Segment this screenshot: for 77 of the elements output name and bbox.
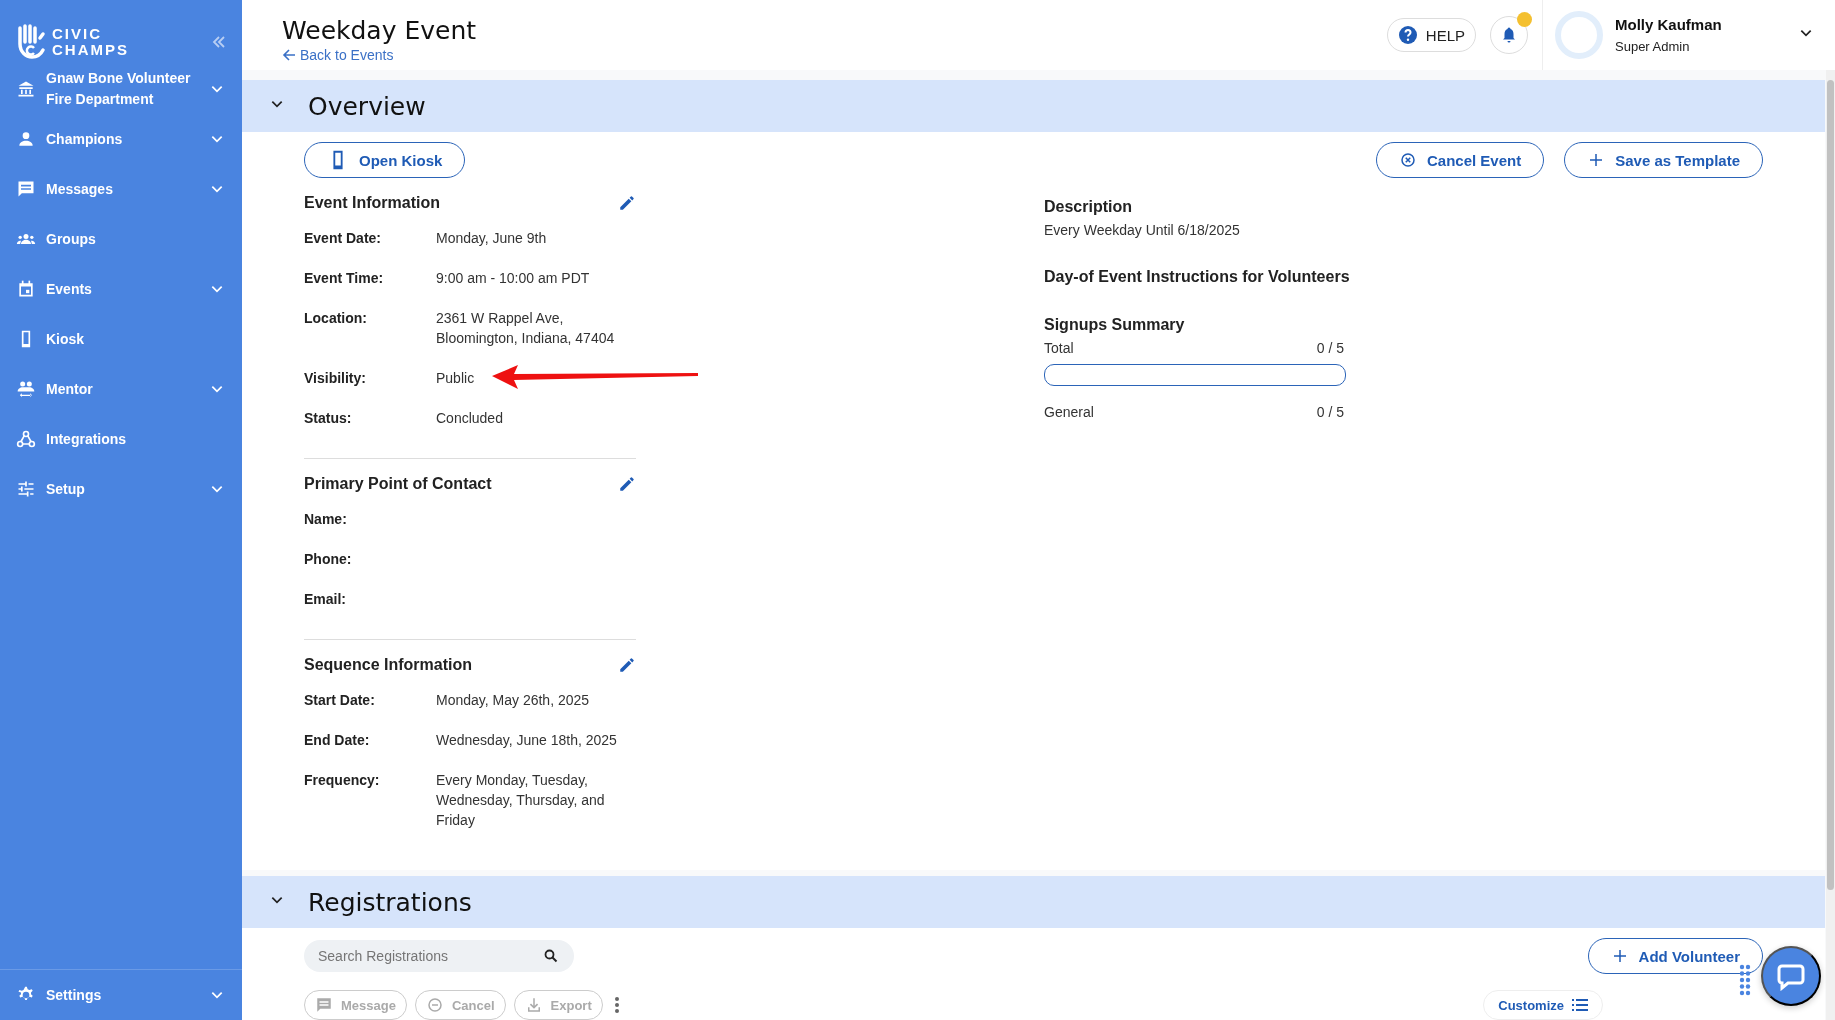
field-label: End Date: [304, 731, 371, 750]
field-label: Email: [304, 590, 347, 609]
sidebar-item[interactable]: Messages [0, 164, 242, 214]
signup-role: General [1044, 404, 1094, 420]
notifications-button[interactable] [1490, 16, 1528, 54]
section-heading: Sequence Information [304, 656, 473, 674]
sidebar-item[interactable]: Groups [0, 214, 242, 264]
field-label: Name: [304, 510, 348, 529]
section-title: Overview [308, 91, 426, 121]
action-button[interactable]: Save as Template [1564, 142, 1763, 178]
page-title: Weekday Event [282, 15, 477, 45]
edit-icon[interactable] [618, 475, 636, 493]
field-value: Monday, May 26th, 2025 [436, 692, 590, 708]
field-label: Frequency: [304, 771, 381, 790]
bell-icon [1500, 26, 1518, 44]
open-kiosk-button[interactable]: Open Kiosk [304, 142, 466, 178]
field-label: Phone: [304, 550, 353, 569]
field-label: Event Time: [304, 269, 385, 288]
message-icon [315, 996, 333, 1014]
avatar [1555, 11, 1603, 59]
signups-heading: Signups Summary [1044, 316, 1186, 334]
total-count: 0 / 5 [1316, 340, 1344, 356]
edit-icon[interactable] [618, 194, 636, 212]
back-link[interactable]: Back to Events [282, 46, 477, 63]
field-value: 2361 W Rappel Ave, Bloomington, Indiana, 47404 [436, 310, 615, 346]
field-value: Monday, June 9th [436, 230, 547, 246]
building-icon [16, 79, 36, 99]
drag-handle-icon[interactable] [1739, 964, 1751, 996]
action-button[interactable]: Cancel Event [1376, 142, 1545, 178]
description-heading: Description [1044, 198, 1133, 216]
integration-icon [16, 429, 36, 449]
sliders-icon [16, 479, 36, 499]
field-value: Public [436, 370, 475, 386]
edit-icon[interactable] [618, 656, 636, 674]
add-volunteer-button[interactable]: Add Volunteer [1587, 938, 1763, 974]
user-name: Molly Kaufman [1615, 16, 1723, 33]
description-text: Every Weekday Until 6/18/2025 [1044, 222, 1241, 238]
minus-circle-icon [425, 996, 444, 1014]
sidebar-item[interactable]: Champions [0, 114, 242, 164]
field-label: Visibility: [304, 369, 367, 388]
field-label: Status: [304, 409, 353, 428]
sidebar-item[interactable]: Integrations [0, 414, 242, 464]
scrollbar[interactable] [1826, 70, 1835, 1020]
back-arrow-icon [282, 47, 296, 62]
sidebar-item[interactable]: Mentor [0, 364, 242, 414]
field-value: Concluded [436, 410, 503, 426]
instructions-heading: Day-of Event Instructions for Volunteers [1044, 268, 1351, 286]
field-value: Every Monday, Tuesday, Wednesday, Thursday, and Friday [436, 772, 605, 828]
sidebar-item[interactable]: Setup [0, 464, 242, 514]
field-label: Location: [304, 309, 368, 328]
list-icon [1572, 998, 1588, 1012]
sidebar-item[interactable]: Gnaw Bone Volunteer Fire Department [0, 64, 242, 114]
user-role: Super Admin [1615, 39, 1691, 54]
field-value: Wednesday, June 18th, 2025 [436, 732, 617, 748]
section-title: Registrations [308, 887, 472, 917]
section-heading: Primary Point of Contact [304, 475, 492, 493]
search-icon [544, 949, 558, 963]
search-field[interactable]: Search Registrations [304, 940, 574, 972]
collapse-icon[interactable] [212, 35, 226, 49]
mentor-icon [16, 379, 36, 399]
help-icon [1397, 25, 1418, 45]
help-button[interactable]: HELP [1386, 18, 1476, 52]
section-heading: Event Information [304, 194, 440, 212]
cancel-icon [1399, 151, 1417, 169]
field-label: Event Date: [304, 229, 383, 248]
total-label: Total [1044, 340, 1074, 356]
signup-count: 0 / 5 [1316, 404, 1344, 420]
sidebar-item[interactable]: Events [0, 264, 242, 314]
field-label: Start Date: [304, 691, 376, 710]
message-icon [16, 179, 36, 199]
sidebar-item[interactable]: Kiosk [0, 314, 242, 364]
calendar-icon [16, 279, 36, 299]
hand-logo-icon [16, 24, 46, 60]
customize-button[interactable]: Customize [1483, 990, 1603, 1020]
logo-text: CIVIC CHAMPS [52, 26, 129, 58]
person-icon [16, 129, 36, 149]
field-value: 9:00 am - 10:00 am PDT [436, 270, 590, 286]
